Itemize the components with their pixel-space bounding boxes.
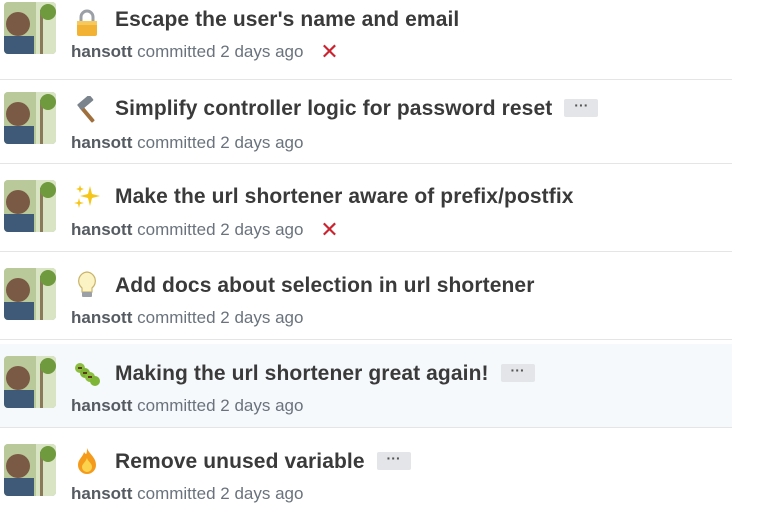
avatar[interactable] bbox=[4, 356, 56, 408]
lightbulb-icon bbox=[72, 270, 102, 300]
avatar[interactable] bbox=[4, 180, 56, 232]
avatar[interactable] bbox=[4, 444, 56, 496]
commit-verb: committed bbox=[137, 484, 216, 503]
sparkles-icon bbox=[72, 182, 102, 212]
commit-meta: hansott committed 2 days ago ✕ bbox=[71, 219, 339, 241]
commit-title-text[interactable]: Make the url shortener aware of prefix/p… bbox=[115, 185, 574, 208]
commit-time: 2 days ago bbox=[220, 396, 304, 415]
lock-icon bbox=[72, 8, 102, 38]
commit-meta: hansott committed 2 days ago ✕ bbox=[71, 41, 339, 63]
commit-title-text[interactable]: Simplify controller logic for password r… bbox=[115, 97, 552, 120]
commit-meta: hansott committed 2 days ago bbox=[71, 396, 303, 416]
commit-time: 2 days ago bbox=[220, 484, 304, 503]
caterpillar-icon bbox=[72, 358, 102, 388]
avatar[interactable] bbox=[4, 268, 56, 320]
commit-verb: committed bbox=[137, 42, 216, 61]
commit-row: Escape the user's name and email hansott… bbox=[0, 0, 732, 80]
status-failed-icon[interactable]: ✕ bbox=[320, 41, 338, 63]
commit-author[interactable]: hansott bbox=[71, 308, 132, 327]
commit-time: 2 days ago bbox=[220, 42, 304, 61]
fire-icon bbox=[72, 446, 102, 476]
commit-title[interactable]: Escape the user's name and email bbox=[115, 8, 459, 32]
commit-title-text[interactable]: Escape the user's name and email bbox=[115, 8, 459, 31]
commit-title[interactable]: Simplify controller logic for password r… bbox=[115, 97, 599, 121]
commit-meta: hansott committed 2 days ago bbox=[71, 133, 303, 153]
commit-row: Making the url shortener great again! ···… bbox=[0, 344, 732, 428]
commit-author[interactable]: hansott bbox=[71, 396, 132, 415]
commit-title[interactable]: Add docs about selection in url shortene… bbox=[115, 274, 535, 298]
commit-author[interactable]: hansott bbox=[71, 484, 132, 503]
expand-description-button[interactable]: ··· bbox=[500, 363, 535, 382]
commit-author[interactable]: hansott bbox=[71, 133, 132, 152]
commit-author[interactable]: hansott bbox=[71, 42, 132, 61]
expand-description-button[interactable]: ··· bbox=[564, 98, 599, 117]
hammer-icon bbox=[72, 95, 102, 125]
status-failed-icon[interactable]: ✕ bbox=[320, 219, 338, 241]
commit-verb: committed bbox=[137, 308, 216, 327]
commit-time: 2 days ago bbox=[220, 220, 304, 239]
commit-row: Make the url shortener aware of prefix/p… bbox=[0, 168, 732, 252]
commit-author[interactable]: hansott bbox=[71, 220, 132, 239]
commit-row: Simplify controller logic for password r… bbox=[0, 80, 732, 164]
commit-verb: committed bbox=[137, 220, 216, 239]
expand-description-button[interactable]: ··· bbox=[376, 451, 411, 470]
commit-verb: committed bbox=[137, 133, 216, 152]
commit-verb: committed bbox=[137, 396, 216, 415]
commit-title[interactable]: Remove unused variable ··· bbox=[115, 450, 411, 474]
commit-time: 2 days ago bbox=[220, 308, 304, 327]
commit-row: Remove unused variable ··· hansott commit… bbox=[0, 432, 732, 516]
commit-list: Escape the user's name and email hansott… bbox=[0, 0, 758, 514]
commit-title[interactable]: Make the url shortener aware of prefix/p… bbox=[115, 185, 574, 209]
commit-meta: hansott committed 2 days ago bbox=[71, 308, 303, 328]
commit-title-text[interactable]: Add docs about selection in url shortene… bbox=[115, 274, 535, 297]
commit-meta: hansott committed 2 days ago bbox=[71, 484, 303, 504]
avatar[interactable] bbox=[4, 92, 56, 144]
commit-row: Add docs about selection in url shortene… bbox=[0, 256, 732, 340]
commit-title[interactable]: Making the url shortener great again! ··· bbox=[115, 362, 535, 386]
commit-title-text[interactable]: Remove unused variable bbox=[115, 450, 365, 473]
commit-time: 2 days ago bbox=[220, 133, 304, 152]
avatar[interactable] bbox=[4, 2, 56, 54]
commit-title-text[interactable]: Making the url shortener great again! bbox=[115, 362, 489, 385]
